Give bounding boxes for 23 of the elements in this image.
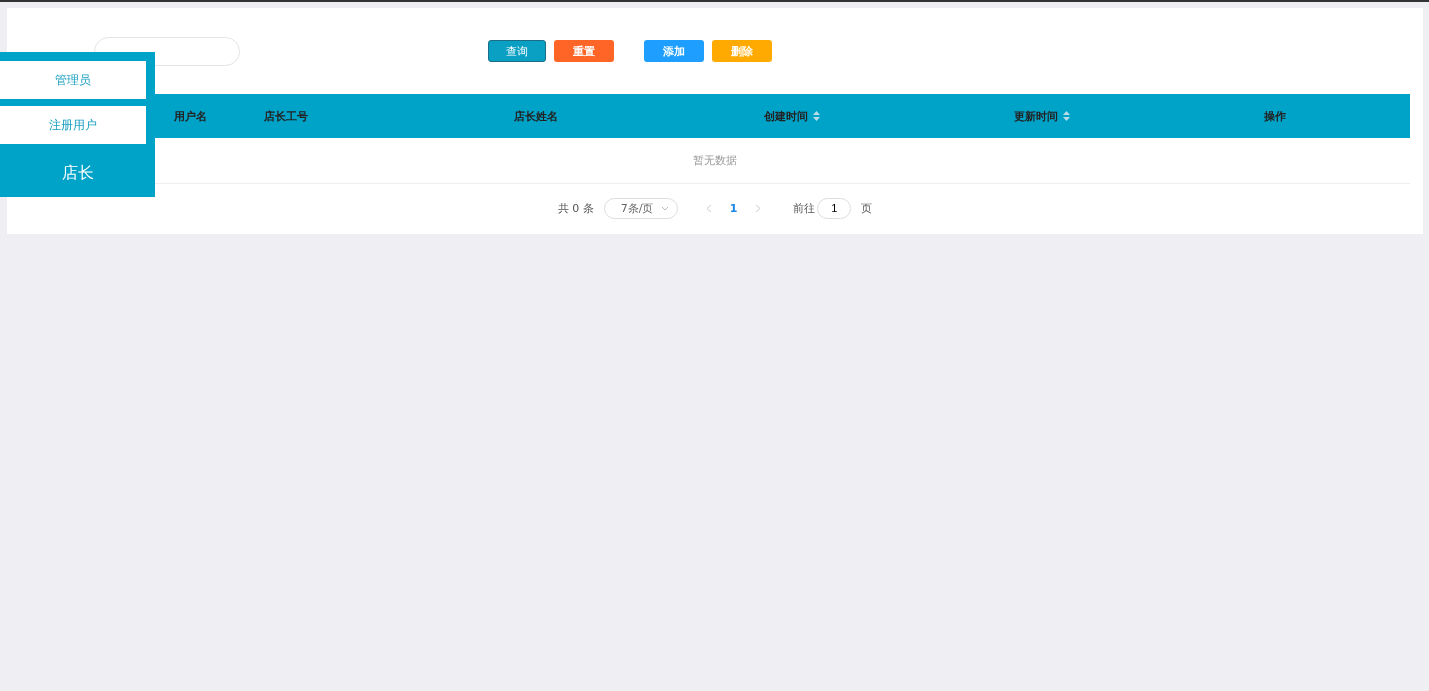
sort-icon[interactable] (1063, 111, 1070, 121)
action-button[interactable]: 查询 (488, 40, 546, 62)
goto-label: 前往 (793, 200, 816, 216)
column-header[interactable]: 店长姓名 (514, 108, 558, 124)
page-suffix: 页 (861, 200, 873, 216)
previous-page-icon[interactable] (705, 203, 712, 213)
empty-text: 暂无数据 (693, 153, 737, 168)
chevron-down-icon (660, 205, 669, 211)
column-header[interactable]: 创建时间 (764, 108, 808, 124)
column-header[interactable]: 更新时间 (1014, 108, 1058, 124)
menu-item[interactable]: 管理员 (0, 61, 146, 99)
action-button[interactable]: 重置 (554, 40, 614, 62)
column-header[interactable]: 操作 (1264, 108, 1286, 124)
page-input[interactable]: 1 (817, 197, 852, 219)
column-header[interactable]: 用户名 (174, 108, 207, 124)
page-number[interactable]: 1 (729, 201, 738, 215)
total-count: 共 0 条 (557, 200, 594, 216)
menu-item[interactable]: 注册用户 (0, 106, 146, 144)
column-header[interactable]: 店长工号 (264, 108, 308, 124)
action-button[interactable]: 添加 (644, 40, 704, 62)
menu-item[interactable]: 店长 (0, 151, 155, 196)
sort-icon[interactable] (813, 111, 820, 121)
next-page-icon[interactable] (755, 203, 762, 213)
